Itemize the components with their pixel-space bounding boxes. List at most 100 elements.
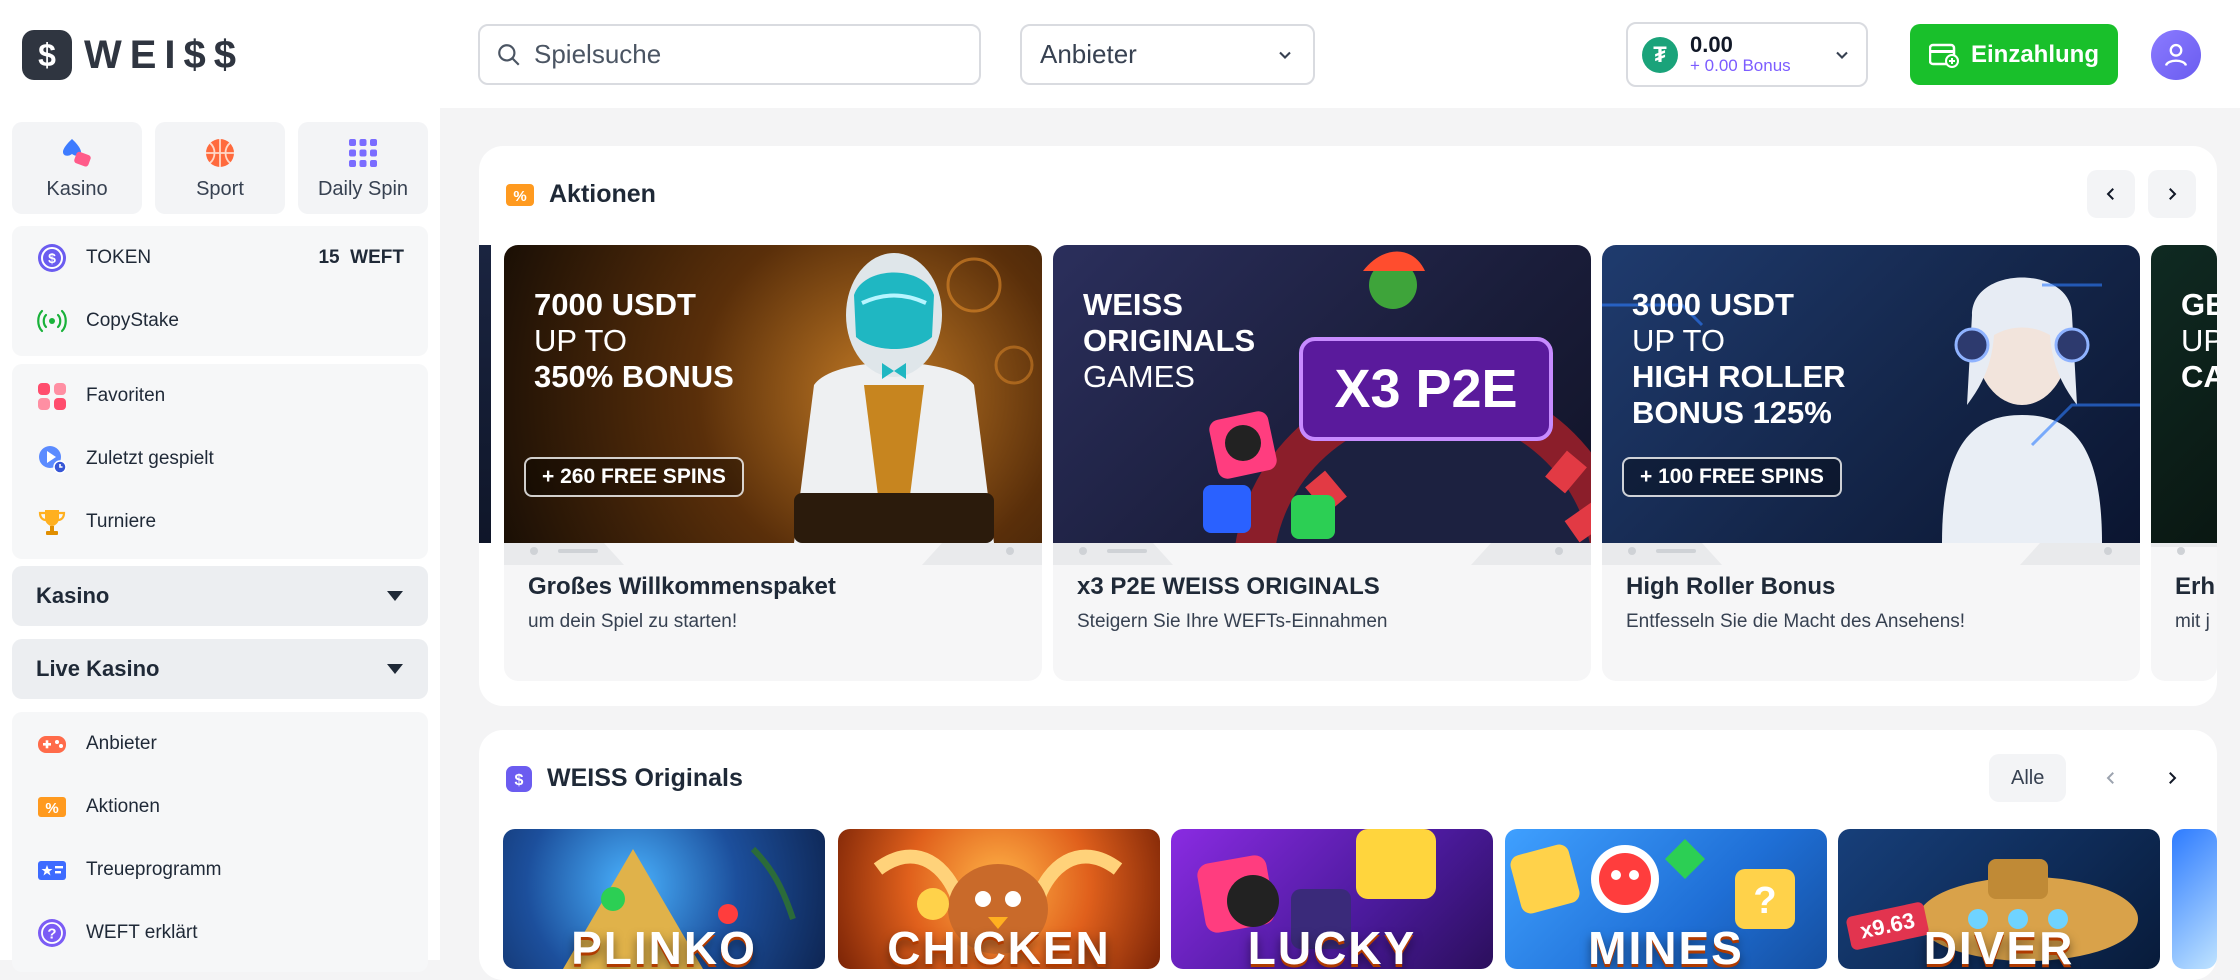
- game-tile-partial[interactable]: [2172, 829, 2217, 969]
- sidebar: Kasino Sport Daily Spin $ TOKEN 15 WEFT …: [0, 108, 440, 972]
- weiss-coin-icon: $: [36, 242, 68, 274]
- banner-line: GAMES: [1083, 359, 1195, 394]
- game-tile-lucky[interactable]: LUCKY: [1171, 829, 1493, 969]
- promo-title: Großes Willkommenspaket: [528, 573, 836, 600]
- deposit-button[interactable]: Einzahlung: [1910, 24, 2118, 85]
- promo-subtitle: um dein Spiel zu starten!: [528, 611, 738, 632]
- promo-card-partial[interactable]: GE UP CA Erh mit j: [2151, 245, 2217, 681]
- game-title: CHICKEN: [887, 922, 1111, 969]
- carousel-prev-button[interactable]: [2087, 754, 2135, 802]
- promo-card[interactable]: 3000 USDT UP TO HIGH ROLLER BONUS 125% +…: [1602, 245, 2140, 681]
- search-box[interactable]: [478, 24, 981, 85]
- promo-title: Erh: [2175, 573, 2216, 600]
- sidebar-item-token[interactable]: $ TOKEN 15 WEFT: [12, 226, 428, 289]
- search-input[interactable]: [534, 39, 934, 70]
- quick-tab-sport[interactable]: Sport: [155, 122, 285, 214]
- promo-subtitle: Steigern Sie Ihre WEFTs-Einnahmen: [1077, 611, 1388, 632]
- free-spins-badge: + 260 FREE SPINS: [524, 457, 744, 497]
- user-icon: [2164, 43, 2188, 67]
- game-title: DIVER: [1923, 922, 2075, 969]
- card-notch-decoration: [504, 543, 1042, 565]
- card-notch-decoration: [2151, 543, 2217, 555]
- sidebar-dropdown-live-kasino[interactable]: Live Kasino: [12, 639, 428, 699]
- banner-line: HIGH ROLLER: [1632, 359, 1846, 394]
- sidebar-item-treueprogramm[interactable]: Treueprogramm: [12, 838, 428, 901]
- game-tile-plinko[interactable]: PLINKO: [503, 829, 825, 969]
- search-icon: [498, 43, 520, 66]
- sidebar-item-zuletzt-gespielt[interactable]: Zuletzt gespielt: [12, 427, 428, 490]
- provider-select-label: Anbieter: [1040, 39, 1137, 69]
- game-tile-mines[interactable]: ? MINES: [1505, 829, 1827, 969]
- banner-line: BONUS 125%: [1632, 395, 1832, 430]
- banner-line: UP TO: [534, 323, 628, 358]
- section-title: $ WEISS Originals: [505, 764, 743, 793]
- logo-text: WEI$$: [84, 32, 245, 77]
- sidebar-dropdown-label: Live Kasino: [36, 656, 160, 681]
- quick-tab-label: Daily Spin: [317, 177, 409, 200]
- chevron-down-icon: [1279, 51, 1291, 59]
- promo-ticket-icon: %: [506, 183, 534, 206]
- chevron-right-icon: [2169, 188, 2177, 200]
- promo-banner-text: 7000 USDT UP TO 350% BONUS: [534, 287, 734, 395]
- quick-tab-daily-spin[interactable]: Daily Spin: [298, 122, 428, 214]
- favorites-icon: [36, 380, 68, 412]
- basketball-icon: [206, 138, 234, 167]
- chevron-left-icon: [2106, 772, 2114, 784]
- deposit-label: Einzahlung: [1971, 40, 2099, 68]
- banner-line: CA: [2181, 359, 2217, 394]
- sidebar-dropdown-kasino[interactable]: Kasino: [12, 566, 428, 626]
- svg-text:X3 P2E: X3 P2E: [1334, 359, 1517, 419]
- gamepad-icon: [36, 728, 68, 760]
- provider-select[interactable]: Anbieter: [1020, 24, 1315, 85]
- game-title: LUCKY: [1247, 922, 1417, 969]
- token-balance: 15 WEFT: [318, 246, 404, 268]
- game-tile-diver[interactable]: x9.63 DIVER: [1838, 829, 2160, 969]
- game-tile-chicken[interactable]: CHICKEN: [838, 829, 1160, 969]
- quick-tab-kasino[interactable]: Kasino: [12, 122, 142, 214]
- sidebar-item-label: Favoriten: [86, 384, 166, 406]
- sidebar-item-label: Zuletzt gespielt: [86, 447, 214, 469]
- sidebar-item-anbieter[interactable]: Anbieter: [12, 712, 428, 775]
- sidebar-item-favoriten[interactable]: Favoriten: [12, 364, 428, 427]
- promo-banner-text: GE UP CA: [2181, 287, 2217, 395]
- quick-tab-label: Sport: [196, 177, 244, 200]
- sidebar-item-turniere[interactable]: Turniere: [12, 490, 428, 553]
- promo-ticket-icon: %: [36, 791, 68, 823]
- promo-card-partial-edge: [479, 245, 491, 543]
- card-notch-decoration: [1053, 543, 1591, 565]
- svg-text:%: %: [513, 188, 526, 205]
- carousel-next-button[interactable]: [2148, 754, 2196, 802]
- caret-down-icon: [387, 591, 403, 601]
- section-title: % Aktionen: [505, 180, 656, 209]
- sidebar-group-personal: Favoriten Zuletzt gespielt Turniere: [12, 364, 428, 559]
- view-all-button[interactable]: Alle: [1989, 754, 2067, 802]
- carousel-next-button[interactable]: [2148, 170, 2196, 218]
- user-avatar[interactable]: [2151, 30, 2201, 80]
- promo-title: High Roller Bonus: [1626, 573, 1836, 600]
- sidebar-dropdown-label: Kasino: [36, 583, 110, 608]
- loyalty-icon: [36, 854, 68, 886]
- banner-line: UP: [2181, 323, 2217, 358]
- svg-text:$: $: [48, 250, 56, 266]
- wallet-balance: 0.00: [1690, 32, 1733, 58]
- sidebar-group-info: Anbieter % Aktionen Treueprogramm ? WEFT…: [12, 712, 428, 972]
- weiss-logo-icon: $: [506, 765, 532, 792]
- banner-line: 7000 USDT: [534, 287, 696, 322]
- svg-text:?: ?: [1753, 880, 1776, 922]
- promo-card[interactable]: 7000 USDT UP TO 350% BONUS + 260 FREE SP…: [504, 245, 1042, 681]
- sidebar-item-label: CopyStake: [86, 309, 179, 331]
- carousel-prev-button[interactable]: [2087, 170, 2135, 218]
- banner-line: UP TO: [1632, 323, 1726, 358]
- broadcast-icon: [36, 305, 68, 337]
- sidebar-item-weft-erklaert[interactable]: ? WEFT erklärt: [12, 901, 428, 964]
- sidebar-item-copystake[interactable]: CopyStake: [12, 289, 428, 352]
- wallet-balance-select[interactable]: ₮ 0.00 + 0.00 Bonus: [1626, 22, 1868, 87]
- brand-logo[interactable]: $ WEI$$: [22, 30, 244, 80]
- banner-line: GE: [2181, 287, 2217, 322]
- sidebar-item-aktionen[interactable]: % Aktionen: [12, 775, 428, 838]
- sidebar-item-label: TOKEN: [86, 246, 152, 268]
- promo-subtitle: Entfesseln Sie die Macht des Ansehens!: [1626, 611, 1966, 632]
- game-title: MINES: [1588, 922, 1744, 969]
- promo-card[interactable]: X3 P2E WEISS ORIGINALS GAMES x3 P2E WEIS…: [1053, 245, 1591, 681]
- section-title-text: Aktionen: [549, 180, 656, 208]
